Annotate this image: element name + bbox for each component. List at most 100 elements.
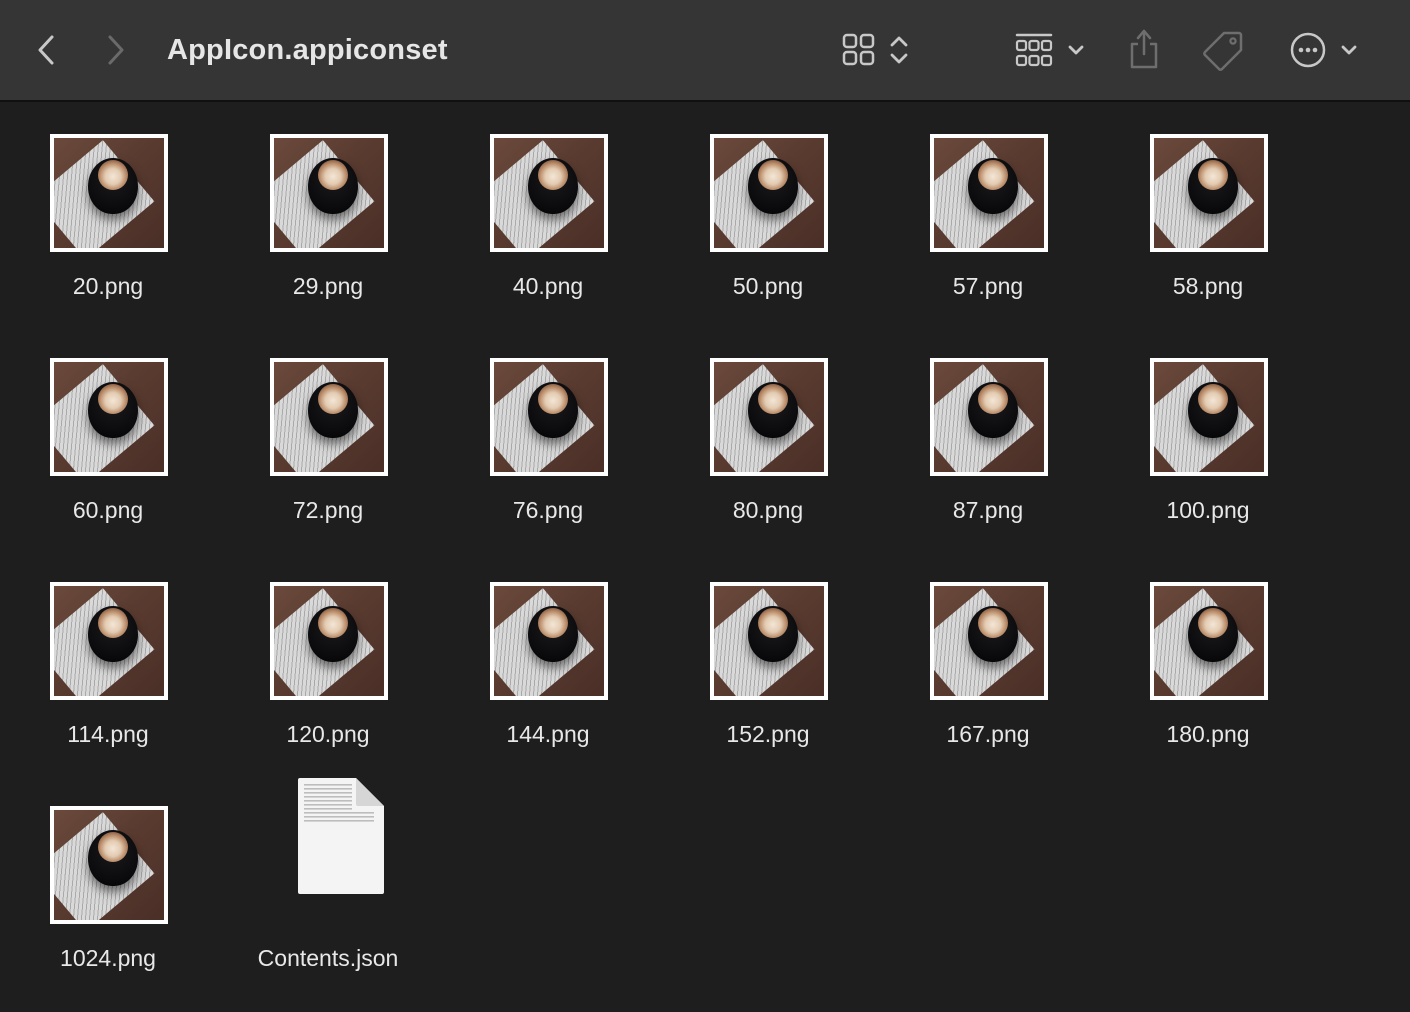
image-thumbnail[interactable] bbox=[270, 134, 388, 252]
image-thumbnail[interactable] bbox=[930, 358, 1048, 476]
share-button[interactable] bbox=[1124, 26, 1164, 72]
share-icon bbox=[1130, 29, 1158, 69]
file-item[interactable]: 152.png bbox=[660, 552, 860, 752]
group-by-button[interactable] bbox=[1010, 28, 1090, 72]
cup-graphic bbox=[1188, 158, 1238, 214]
image-thumbnail[interactable] bbox=[1150, 582, 1268, 700]
file-item[interactable]: Contents.json bbox=[220, 776, 420, 976]
coffee-thumbnail-image bbox=[494, 362, 604, 472]
group-by-icon bbox=[1015, 33, 1053, 67]
cup-graphic bbox=[528, 382, 578, 438]
coffee-thumbnail-image bbox=[54, 362, 164, 472]
cup-graphic bbox=[308, 158, 358, 214]
file-item[interactable]: 120.png bbox=[220, 552, 420, 752]
forward-button[interactable] bbox=[98, 30, 134, 70]
more-actions-button[interactable] bbox=[1284, 28, 1364, 72]
file-item[interactable]: 60.png bbox=[0, 328, 200, 528]
image-thumbnail[interactable] bbox=[930, 582, 1048, 700]
image-thumbnail[interactable] bbox=[50, 582, 168, 700]
chevron-right-icon bbox=[108, 35, 124, 65]
cup-graphic bbox=[1188, 606, 1238, 662]
file-item[interactable]: 40.png bbox=[440, 104, 640, 304]
latte-art-graphic bbox=[758, 384, 788, 414]
file-name-label: 144.png bbox=[506, 721, 590, 747]
file-item[interactable]: 87.png bbox=[880, 328, 1080, 528]
file-name-label: 60.png bbox=[72, 497, 144, 523]
file-item[interactable]: 1024.png bbox=[0, 776, 200, 976]
image-thumbnail[interactable] bbox=[710, 358, 828, 476]
file-name-label: 180.png bbox=[1166, 721, 1250, 747]
coffee-thumbnail-image bbox=[934, 362, 1044, 472]
cup-graphic bbox=[88, 382, 138, 438]
cup-graphic bbox=[1188, 382, 1238, 438]
latte-art-graphic bbox=[538, 384, 568, 414]
chevron-left-icon bbox=[38, 35, 54, 65]
cup-graphic bbox=[748, 606, 798, 662]
file-name-label: 120.png bbox=[286, 721, 370, 747]
latte-art-graphic bbox=[758, 160, 788, 190]
image-thumbnail[interactable] bbox=[50, 806, 168, 924]
file-name-label: 80.png bbox=[732, 497, 804, 523]
file-item[interactable]: 114.png bbox=[0, 552, 200, 752]
coffee-thumbnail-image bbox=[934, 138, 1044, 248]
image-thumbnail[interactable] bbox=[270, 358, 388, 476]
file-name-label: 76.png bbox=[512, 497, 584, 523]
image-thumbnail[interactable] bbox=[490, 358, 608, 476]
file-item[interactable]: 58.png bbox=[1100, 104, 1300, 304]
cup-graphic bbox=[968, 606, 1018, 662]
file-name-label: 40.png bbox=[512, 273, 584, 299]
image-thumbnail[interactable] bbox=[1150, 358, 1268, 476]
file-name-label: 114.png bbox=[67, 721, 149, 747]
file-name-label: 58.png bbox=[1172, 273, 1244, 299]
image-thumbnail[interactable] bbox=[710, 134, 828, 252]
coffee-thumbnail-image bbox=[274, 362, 384, 472]
cup-graphic bbox=[748, 158, 798, 214]
file-item[interactable]: 76.png bbox=[440, 328, 640, 528]
file-name-label: 57.png bbox=[952, 273, 1024, 299]
back-button[interactable] bbox=[28, 30, 64, 70]
latte-art-graphic bbox=[318, 160, 348, 190]
file-item[interactable]: 57.png bbox=[880, 104, 1080, 304]
file-item[interactable]: 144.png bbox=[440, 552, 640, 752]
image-thumbnail[interactable] bbox=[1150, 134, 1268, 252]
latte-art-graphic bbox=[758, 608, 788, 638]
latte-art-graphic bbox=[318, 608, 348, 638]
tag-icon bbox=[1203, 31, 1243, 71]
image-thumbnail[interactable] bbox=[710, 582, 828, 700]
latte-art-graphic bbox=[978, 384, 1008, 414]
image-thumbnail[interactable] bbox=[930, 134, 1048, 252]
toolbar: AppIcon.appiconset bbox=[0, 0, 1410, 102]
file-item[interactable]: 50.png bbox=[660, 104, 860, 304]
file-item[interactable]: 29.png bbox=[220, 104, 420, 304]
image-thumbnail[interactable] bbox=[490, 134, 608, 252]
window-title: AppIcon.appiconset bbox=[167, 34, 448, 66]
latte-art-graphic bbox=[98, 384, 128, 414]
file-name-label: 100.png bbox=[1166, 497, 1250, 523]
image-thumbnail[interactable] bbox=[490, 582, 608, 700]
view-mode-button[interactable] bbox=[836, 30, 916, 70]
latte-art-graphic bbox=[98, 160, 128, 190]
file-name-label: 1024.png bbox=[60, 945, 156, 971]
cup-graphic bbox=[528, 606, 578, 662]
coffee-thumbnail-image bbox=[714, 362, 824, 472]
file-item[interactable]: 20.png bbox=[0, 104, 200, 304]
file-item[interactable]: 80.png bbox=[660, 328, 860, 528]
file-item[interactable]: 100.png bbox=[1100, 328, 1300, 528]
cup-graphic bbox=[528, 158, 578, 214]
document-icon[interactable] bbox=[296, 776, 386, 901]
file-name-label: Contents.json bbox=[257, 945, 399, 971]
image-thumbnail[interactable] bbox=[50, 358, 168, 476]
file-item[interactable]: 180.png bbox=[1100, 552, 1300, 752]
coffee-thumbnail-image bbox=[714, 138, 824, 248]
chevron-down-icon bbox=[1068, 45, 1084, 55]
file-item[interactable]: 72.png bbox=[220, 328, 420, 528]
tag-button[interactable] bbox=[1200, 28, 1246, 72]
ellipsis-circle-icon bbox=[1290, 32, 1326, 68]
file-name-label: 50.png bbox=[732, 273, 804, 299]
latte-art-graphic bbox=[538, 160, 568, 190]
image-thumbnail[interactable] bbox=[270, 582, 388, 700]
file-name-label: 29.png bbox=[292, 273, 364, 299]
file-name-label: 20.png bbox=[72, 273, 144, 299]
image-thumbnail[interactable] bbox=[50, 134, 168, 252]
file-item[interactable]: 167.png bbox=[880, 552, 1080, 752]
